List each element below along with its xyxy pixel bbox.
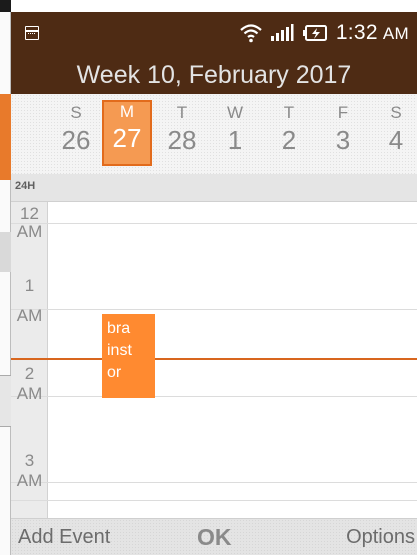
wifi-icon: [240, 24, 262, 43]
hour-number: 2: [24, 364, 35, 383]
day-column-header[interactable]: W 1: [210, 102, 260, 168]
hour-line: [11, 500, 417, 501]
add-event-softkey[interactable]: Add Event: [18, 519, 110, 555]
background-window-block: [0, 232, 11, 272]
day-date: 3: [335, 125, 351, 155]
ok-softkey[interactable]: OK: [197, 519, 232, 555]
clock-time: 1:32: [335, 21, 378, 44]
week-title: Week 10, February 2017: [76, 61, 352, 89]
all-day-row[interactable]: 24H: [11, 174, 417, 202]
day-column-header[interactable]: S 4: [371, 102, 417, 168]
hour-ampm: AM: [16, 471, 43, 490]
day-column-header[interactable]: T 28: [157, 102, 207, 168]
hour-label: 2 AM: [11, 365, 48, 403]
hour-label: 3 AM: [11, 452, 48, 490]
hour-line: [11, 482, 417, 483]
calendar-app-icon: [25, 26, 39, 40]
event-title-line: or: [107, 364, 122, 381]
status-bar: 1:32 AM: [11, 12, 417, 54]
day-name: W: [226, 103, 244, 122]
day-column-header[interactable]: S 26: [51, 102, 101, 168]
time-grid[interactable]: 12 AM 1 AM 2 AM 3 AM bra inst or: [11, 202, 417, 518]
softkey-bar: Add Event OK Options: [11, 518, 417, 555]
event-title-line: inst: [107, 342, 132, 359]
clock-ampm: AM: [382, 24, 409, 43]
event-title-line: bra: [107, 320, 131, 337]
day-date: 26: [61, 125, 91, 155]
calendar-app: 1:32 AM Week 10, February 2017 S 26 M 27 …: [11, 0, 417, 555]
hour-label: 1 AM: [11, 277, 48, 325]
day-date: 4: [388, 125, 404, 155]
day-name: F: [337, 103, 349, 122]
hour-line: [11, 309, 417, 310]
day-date: 28: [167, 125, 197, 155]
hour-label: 12 AM: [11, 205, 48, 241]
day-date: 2: [281, 125, 297, 155]
hour-line: [11, 396, 417, 397]
day-name: S: [390, 103, 402, 122]
day-name: S: [70, 103, 82, 122]
event-block[interactable]: bra inst or: [102, 314, 155, 398]
hour-number: 12: [20, 204, 39, 223]
hour-ampm: AM: [16, 222, 43, 241]
hour-line: [11, 223, 417, 224]
day-column-header-selected[interactable]: M 27: [102, 100, 152, 166]
day-name: T: [176, 103, 188, 122]
background-window-accent: [0, 94, 11, 180]
hour-ampm: AM: [16, 306, 43, 325]
hour-number: 3: [24, 451, 35, 470]
background-window-edge: [0, 0, 11, 555]
options-softkey[interactable]: Options: [346, 519, 415, 555]
day-date: 27: [112, 123, 142, 153]
day-column-header[interactable]: T 2: [264, 102, 314, 168]
week-title-bar: Week 10, February 2017: [11, 54, 417, 94]
day-name: M: [119, 102, 135, 121]
hour-ampm: AM: [16, 384, 43, 403]
background-window-block: [0, 0, 11, 12]
current-time-line: [11, 358, 417, 360]
day-date: 1: [227, 125, 243, 155]
battery-charging-icon: [302, 25, 327, 41]
hour-number: 1: [24, 276, 35, 295]
background-window-block: [0, 375, 11, 427]
all-day-label: 24H: [15, 180, 36, 192]
signal-icon: [270, 24, 294, 41]
week-day-header: S 26 M 27 T 28 W 1 T 2 F 3 S 4: [11, 94, 417, 174]
day-name: T: [283, 103, 295, 122]
clock: 1:32 AM: [336, 21, 409, 45]
day-column-header[interactable]: F 3: [318, 102, 368, 168]
